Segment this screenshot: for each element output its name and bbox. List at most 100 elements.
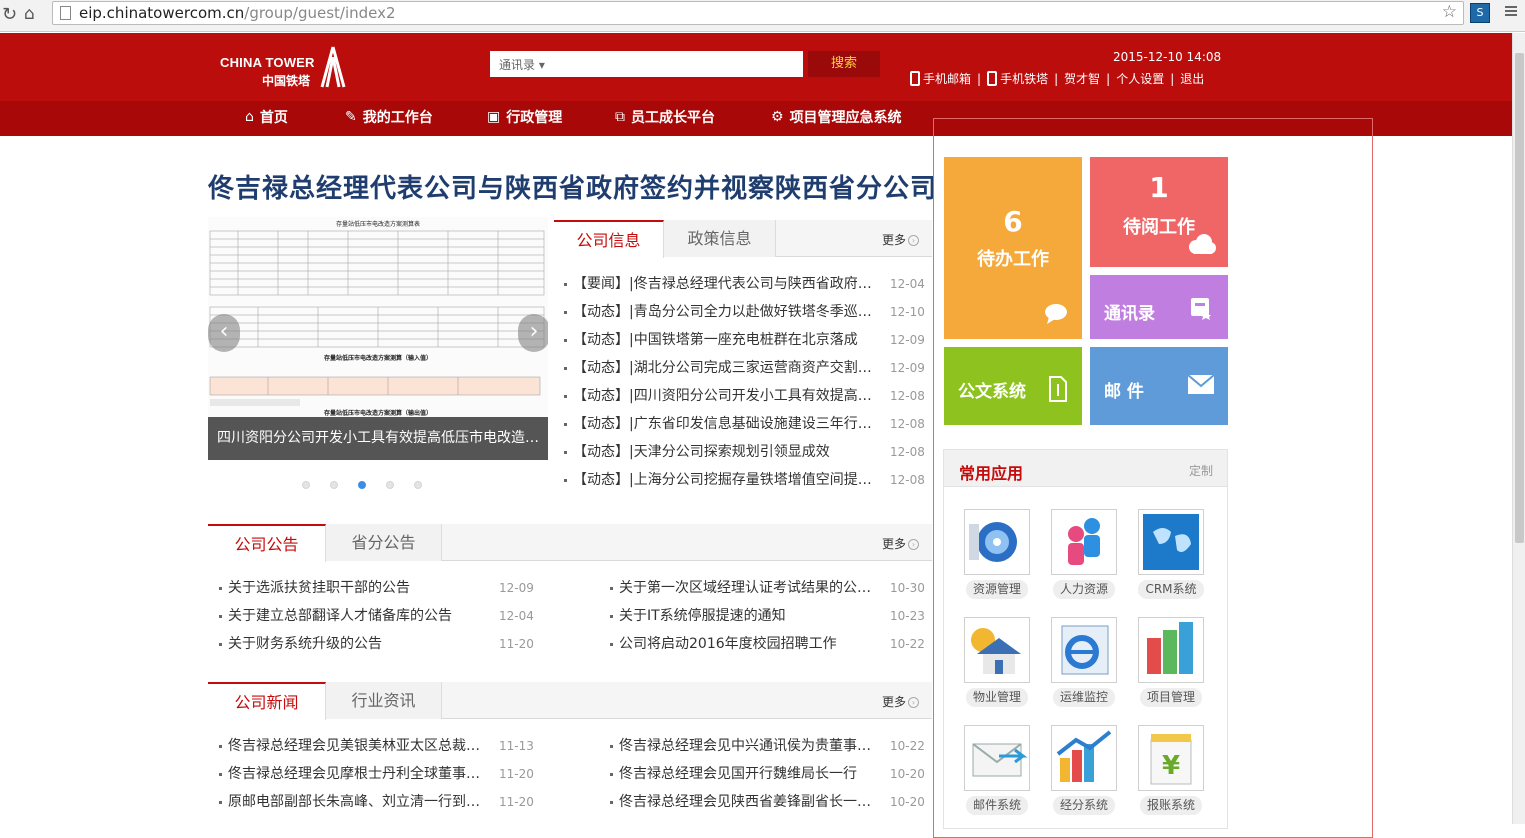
china-tower-logo[interactable]: CHINA TOWER 中国铁塔: [220, 45, 350, 90]
disk-icon[interactable]: [964, 509, 1030, 575]
address-bar[interactable]: eip.chinatowercom.cn/group/guest/index2 …: [52, 1, 1464, 25]
list-item-title[interactable]: 公司将启动2016年度校园招聘工作: [619, 630, 881, 658]
search-scope-select[interactable]: 通讯录 ▾: [499, 56, 545, 73]
more-link[interactable]: 更多 ›: [882, 535, 920, 552]
slider-prev-button[interactable]: ‹: [208, 314, 240, 352]
app-label[interactable]: 运维监控: [1052, 688, 1115, 707]
app-label[interactable]: 报账系统: [1139, 796, 1202, 815]
list-item[interactable]: 关于IT系统停服提速的通知 10-23: [610, 602, 925, 630]
list-item[interactable]: 佟吉禄总经理会见中兴通讯侯为贵董事… 10-22: [610, 732, 925, 760]
envelope-icon[interactable]: [964, 725, 1030, 791]
list-item-title[interactable]: 【要闻】|佟吉禄总经理代表公司与陕西省政府…: [573, 270, 878, 298]
app-envelope[interactable]: 邮件系统: [962, 725, 1032, 815]
globe-icon[interactable]: [1138, 509, 1204, 575]
slide-caption[interactable]: 四川资阳分公司开发小工具有效提高低压市电改造…: [208, 417, 548, 460]
list-item[interactable]: 公司将启动2016年度校园招聘工作 10-22: [610, 630, 925, 658]
headline[interactable]: 佟吉禄总经理代表公司与陕西省政府签约并视察陕西省分公司: [208, 168, 937, 205]
app-house[interactable]: 物业管理: [962, 617, 1032, 707]
list-item[interactable]: 关于建立总部翻译人才储备库的公告 12-04: [219, 602, 538, 630]
list-item-title[interactable]: 【动态】|天津分公司探索规划引领显成效: [573, 438, 878, 466]
chart-icon[interactable]: [1138, 617, 1204, 683]
scrollbar-thumb[interactable]: [1515, 53, 1524, 543]
app-bar-chart[interactable]: 经分系统: [1049, 725, 1119, 815]
app-label[interactable]: 项目管理: [1139, 688, 1202, 707]
list-item[interactable]: 原邮电部副部长朱高峰、刘立清一行到… 11-20: [219, 788, 538, 816]
nav-home[interactable]: ⌂ 首页: [245, 107, 345, 127]
list-item[interactable]: 佟吉禄总经理会见国开行魏维局长一行 10-20: [610, 760, 925, 788]
app-label[interactable]: 资源管理: [965, 580, 1028, 599]
menu-icon[interactable]: [1505, 4, 1517, 18]
list-item[interactable]: 【动态】|广东省印发信息基础设施建设三年行… 12-08: [564, 410, 925, 438]
app-ie[interactable]: 运维监控: [1049, 617, 1119, 707]
tab-company-news[interactable]: 公司新闻: [208, 682, 326, 720]
tab-policy-info[interactable]: 政策信息: [664, 220, 776, 257]
home-icon[interactable]: ⌂: [24, 4, 35, 24]
list-item[interactable]: 【动态】|中国铁塔第一座充电桩群在北京落成 12-09: [564, 326, 925, 354]
list-item-title[interactable]: 关于财务系统升级的公告: [228, 630, 490, 658]
tab-company-notice[interactable]: 公司公告: [208, 524, 326, 562]
user-name-link[interactable]: 贺才智: [1064, 70, 1100, 87]
people-icon[interactable]: [1051, 509, 1117, 575]
nav-project-emergency[interactable]: ⚙ 项目管理应急系统: [771, 107, 902, 127]
app-label[interactable]: 经分系统: [1052, 796, 1115, 815]
news-slider[interactable]: 存量站低压市电改造方案测算表 存量站低压市电改造方案测算（输入值） 存量站低压市…: [208, 217, 548, 460]
app-label[interactable]: CRM系统: [1138, 580, 1204, 599]
extension-icon[interactable]: S: [1470, 3, 1490, 23]
list-item-title[interactable]: 佟吉禄总经理会见国开行魏维局长一行: [619, 760, 881, 788]
list-item-title[interactable]: 【动态】|四川资阳分公司开发小工具有效提高…: [573, 382, 878, 410]
list-item-title[interactable]: 【动态】|中国铁塔第一座充电桩群在北京落成: [573, 326, 878, 354]
logout-link[interactable]: 退出: [1180, 70, 1204, 87]
settings-link[interactable]: 个人设置: [1116, 70, 1164, 87]
app-people[interactable]: 人力资源: [1049, 509, 1119, 599]
nav-workbench[interactable]: ✎ 我的工作台: [345, 107, 487, 127]
list-item[interactable]: 【要闻】|佟吉禄总经理代表公司与陕西省政府… 12-04: [564, 270, 925, 298]
docs-tile[interactable]: 公文系统: [944, 347, 1082, 425]
list-item[interactable]: 【动态】|青岛分公司全力以赴做好铁塔冬季巡… 12-10: [564, 298, 925, 326]
list-item-title[interactable]: 关于IT系统停服提速的通知: [619, 602, 881, 630]
contacts-tile[interactable]: 通讯录: [1090, 275, 1228, 339]
app-chart[interactable]: 项目管理: [1136, 617, 1206, 707]
list-item-title[interactable]: 关于第一次区域经理认证考试结果的公…: [619, 574, 881, 602]
slider-dot[interactable]: [330, 481, 338, 489]
app-yen[interactable]: ¥ 报账系统: [1136, 725, 1206, 815]
slider-dot-active[interactable]: [358, 481, 366, 489]
app-label[interactable]: 人力资源: [1052, 580, 1115, 599]
mobile-tower-link[interactable]: 手机铁塔: [1000, 70, 1048, 87]
list-item[interactable]: 关于财务系统升级的公告 11-20: [219, 630, 538, 658]
list-item[interactable]: 佟吉禄总经理会见陕西省姜锋副省长一… 10-20: [610, 788, 925, 816]
list-item[interactable]: 佟吉禄总经理会见摩根士丹利全球董事… 11-20: [219, 760, 538, 788]
list-item-title[interactable]: 【动态】|青岛分公司全力以赴做好铁塔冬季巡…: [573, 298, 878, 326]
list-item-title[interactable]: 佟吉禄总经理会见摩根士丹利全球董事…: [228, 760, 490, 788]
list-item-title[interactable]: 关于建立总部翻译人才储备库的公告: [228, 602, 490, 630]
slider-next-button[interactable]: ›: [518, 314, 548, 352]
list-item-title[interactable]: 佟吉禄总经理会见陕西省姜锋副省长一…: [619, 788, 881, 816]
tab-industry-news[interactable]: 行业资讯: [326, 682, 442, 719]
ie-icon[interactable]: [1051, 617, 1117, 683]
mail-tile[interactable]: 邮 件: [1090, 347, 1228, 425]
yen-icon[interactable]: ¥: [1138, 725, 1204, 791]
app-globe[interactable]: CRM系统: [1136, 509, 1206, 599]
bar-chart-icon[interactable]: [1051, 725, 1117, 791]
page-scrollbar[interactable]: [1512, 33, 1525, 824]
list-item-title[interactable]: 【动态】|广东省印发信息基础设施建设三年行…: [573, 410, 878, 438]
list-item-title[interactable]: 【动态】|湖北分公司完成三家运营商资产交割…: [573, 354, 878, 382]
search-input[interactable]: [560, 53, 795, 75]
nav-growth[interactable]: ⧉ 员工成长平台: [615, 107, 771, 127]
tab-company-info[interactable]: 公司信息: [554, 220, 664, 258]
list-item-title[interactable]: 原邮电部副部长朱高峰、刘立清一行到…: [228, 788, 490, 816]
nav-admin[interactable]: ▣ 行政管理: [487, 107, 615, 127]
list-item[interactable]: 【动态】|上海分公司挖掘存量铁塔增值空间提… 12-08: [564, 466, 925, 494]
app-label[interactable]: 邮件系统: [965, 796, 1028, 815]
list-item-title[interactable]: 佟吉禄总经理会见中兴通讯侯为贵董事…: [619, 732, 881, 760]
list-item[interactable]: 【动态】|天津分公司探索规划引领显成效 12-08: [564, 438, 925, 466]
search-button[interactable]: 搜索: [808, 51, 880, 77]
list-item-title[interactable]: 【动态】|上海分公司挖掘存量铁塔增值空间提…: [573, 466, 878, 494]
list-item-title[interactable]: 关于选派扶贫挂职干部的公告: [228, 574, 490, 602]
more-link[interactable]: 更多 ›: [882, 231, 920, 248]
slider-dot[interactable]: [414, 481, 422, 489]
app-label[interactable]: 物业管理: [965, 688, 1028, 707]
tab-province-notice[interactable]: 省分公告: [326, 524, 442, 561]
slider-dot[interactable]: [302, 481, 310, 489]
app-disk[interactable]: 资源管理: [962, 509, 1032, 599]
list-item[interactable]: 关于第一次区域经理认证考试结果的公… 10-30: [610, 574, 925, 602]
